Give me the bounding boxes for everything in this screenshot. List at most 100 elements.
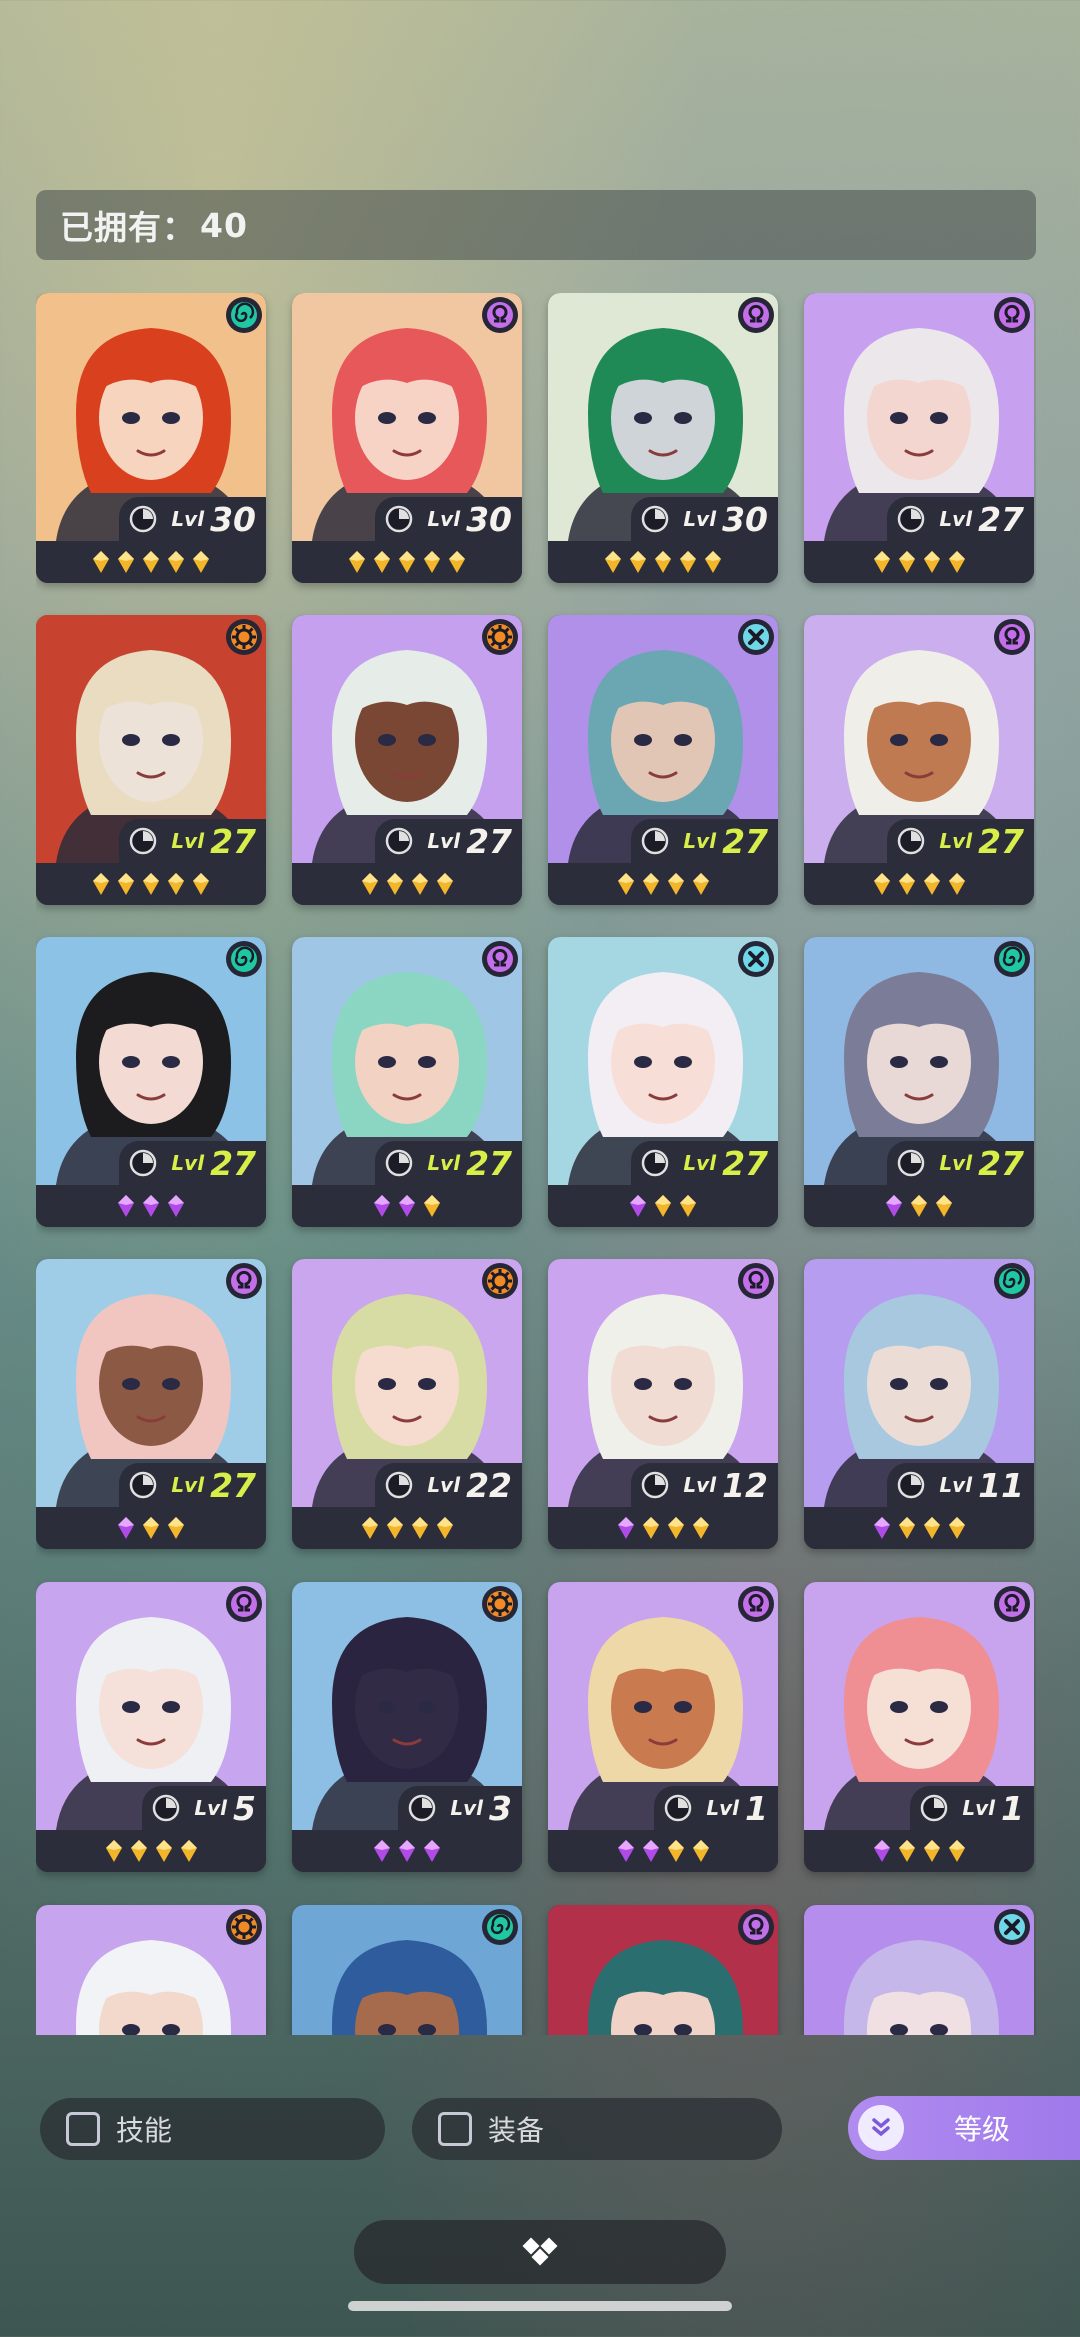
hero-card[interactable] bbox=[36, 1905, 266, 2035]
purple-star-icon bbox=[886, 1195, 902, 1217]
gold-star-icon bbox=[667, 1840, 684, 1862]
hero-card[interactable]: Lvl 27 bbox=[804, 293, 1034, 583]
hero-card[interactable]: Lvl 27 bbox=[36, 615, 266, 905]
gold-star-icon bbox=[898, 873, 915, 895]
hero-card[interactable]: Lvl 11 bbox=[804, 1259, 1034, 1549]
level-tab: Lvl 1 bbox=[910, 1786, 1034, 1830]
gold-star-icon bbox=[898, 1517, 915, 1539]
owned-count: 40 bbox=[200, 205, 248, 245]
hero-card[interactable]: Lvl 30 bbox=[36, 293, 266, 583]
equipment-filter-label: 装备 bbox=[488, 2114, 545, 2147]
star-rating bbox=[36, 1185, 266, 1227]
hero-card[interactable]: Lvl 1 bbox=[548, 1582, 778, 1872]
hero-card[interactable]: Lvl 30 bbox=[292, 293, 522, 583]
gold-star-icon bbox=[180, 1840, 197, 1862]
gold-star-icon bbox=[948, 1840, 965, 1862]
hero-card[interactable]: Lvl 27 bbox=[36, 937, 266, 1227]
skill-filter-label: 技能 bbox=[116, 2114, 173, 2147]
spiral-icon bbox=[226, 297, 262, 333]
level-number: 27 bbox=[722, 1143, 768, 1183]
hero-card[interactable]: Lvl 3 bbox=[292, 1582, 522, 1872]
gold-star-icon bbox=[911, 1195, 927, 1217]
equipment-checkbox[interactable] bbox=[438, 2112, 472, 2146]
gold-star-icon bbox=[105, 1840, 122, 1862]
level-tab: Lvl 30 bbox=[375, 497, 522, 541]
gold-star-icon bbox=[193, 551, 209, 573]
omega-icon bbox=[482, 297, 518, 333]
level-prefix: Lvl bbox=[939, 829, 973, 853]
gold-star-icon bbox=[168, 1517, 184, 1539]
gold-star-icon bbox=[361, 1517, 378, 1539]
progress-dial-icon bbox=[642, 1471, 669, 1499]
omega-icon bbox=[226, 1263, 262, 1299]
gold-star-icon bbox=[667, 1517, 684, 1539]
hero-card[interactable]: Lvl 27 bbox=[548, 937, 778, 1227]
hero-card[interactable] bbox=[804, 1905, 1034, 2035]
omega-icon bbox=[482, 941, 518, 977]
hero-card[interactable]: Lvl 27 bbox=[804, 615, 1034, 905]
equipment-filter-toggle[interactable]: 装备 bbox=[412, 2098, 782, 2160]
star-rating bbox=[292, 1507, 522, 1549]
level-prefix: Lvl bbox=[427, 1151, 461, 1175]
purple-star-icon bbox=[118, 1195, 134, 1217]
gear-icon bbox=[482, 1586, 518, 1622]
omega-icon bbox=[738, 1586, 774, 1622]
hero-card[interactable]: Lvl 12 bbox=[548, 1259, 778, 1549]
progress-dial-icon bbox=[665, 1794, 692, 1822]
purple-star-icon bbox=[143, 1195, 159, 1217]
gold-star-icon bbox=[692, 1840, 709, 1862]
gold-star-icon bbox=[168, 551, 184, 573]
hero-card[interactable]: Lvl 27 bbox=[292, 937, 522, 1227]
purple-star-icon bbox=[399, 1840, 415, 1862]
level-number: 1 bbox=[745, 1788, 768, 1828]
omega-icon bbox=[994, 297, 1030, 333]
spiral-icon bbox=[482, 1909, 518, 1945]
gold-star-icon bbox=[130, 1840, 147, 1862]
cross-icon bbox=[738, 941, 774, 977]
gold-star-icon bbox=[948, 1517, 965, 1539]
gold-star-icon bbox=[349, 551, 365, 573]
gold-star-icon bbox=[923, 1840, 940, 1862]
hero-card[interactable]: Lvl 22 bbox=[292, 1259, 522, 1549]
hero-card[interactable]: Lvl 1 bbox=[804, 1582, 1034, 1872]
level-prefix: Lvl bbox=[171, 1473, 205, 1497]
star-rating bbox=[292, 1830, 522, 1872]
sort-by-level-button[interactable]: 等级 bbox=[848, 2096, 1080, 2160]
progress-dial-icon bbox=[130, 1471, 157, 1499]
hero-card[interactable]: Lvl 5 bbox=[36, 1582, 266, 1872]
gold-star-icon bbox=[386, 1517, 403, 1539]
level-prefix: Lvl bbox=[683, 1151, 717, 1175]
hero-card[interactable]: Lvl 27 bbox=[548, 615, 778, 905]
menu-toggle-button[interactable] bbox=[354, 2220, 726, 2284]
progress-dial-icon bbox=[898, 1149, 925, 1177]
level-tab: Lvl 27 bbox=[631, 819, 778, 863]
skill-filter-toggle[interactable]: 技能 bbox=[40, 2098, 385, 2160]
cross-icon bbox=[994, 1909, 1030, 1945]
hero-card[interactable]: Lvl 27 bbox=[804, 937, 1034, 1227]
omega-icon bbox=[994, 619, 1030, 655]
gear-icon bbox=[482, 619, 518, 655]
hero-card[interactable]: Lvl 30 bbox=[548, 293, 778, 583]
level-prefix: Lvl bbox=[427, 829, 461, 853]
level-number: 12 bbox=[722, 1465, 768, 1505]
double-chevron-down-icon bbox=[858, 2105, 904, 2151]
gold-star-icon bbox=[155, 1840, 172, 1862]
star-rating bbox=[548, 1830, 778, 1872]
level-tab: Lvl 27 bbox=[887, 1141, 1034, 1185]
hero-card[interactable]: Lvl 27 bbox=[36, 1259, 266, 1549]
hero-card[interactable] bbox=[292, 1905, 522, 2035]
gold-star-icon bbox=[680, 1195, 696, 1217]
hero-card[interactable]: Lvl 27 bbox=[292, 615, 522, 905]
skill-checkbox[interactable] bbox=[66, 2112, 100, 2146]
level-prefix: Lvl bbox=[171, 829, 205, 853]
owned-count-bar: 已拥有： 40 bbox=[36, 190, 1036, 260]
purple-star-icon bbox=[617, 1517, 634, 1539]
gold-star-icon bbox=[424, 551, 440, 573]
star-rating bbox=[292, 541, 522, 583]
level-tab: Lvl 27 bbox=[375, 1141, 522, 1185]
hero-card[interactable] bbox=[548, 1905, 778, 2035]
purple-star-icon bbox=[873, 1840, 890, 1862]
level-number: 27 bbox=[978, 821, 1024, 861]
level-prefix: Lvl bbox=[450, 1796, 484, 1820]
level-tab: Lvl 27 bbox=[119, 1141, 266, 1185]
